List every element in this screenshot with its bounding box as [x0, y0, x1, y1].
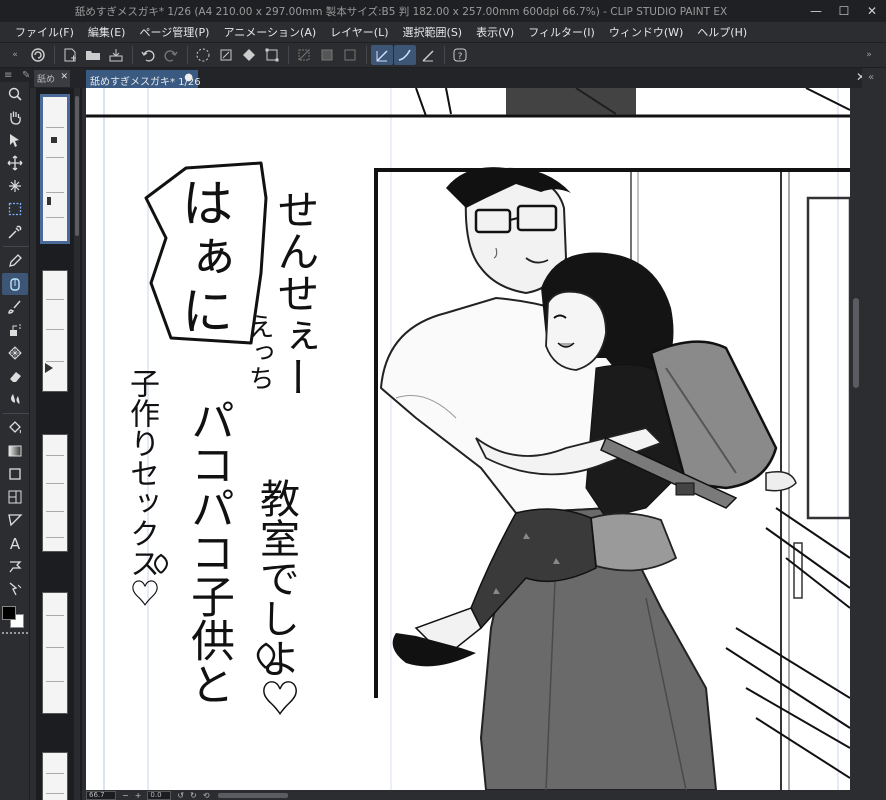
- transform-icon[interactable]: [261, 45, 283, 65]
- zoom-out-icon[interactable]: −: [122, 791, 129, 800]
- gradient-tool-icon[interactable]: [2, 440, 28, 462]
- maximize-button[interactable]: ☐: [830, 0, 858, 22]
- canvas[interactable]: はぁに せんせぇー えっち 子作りセックス♡ パコパコ子供と 教室でしよ♡: [86, 88, 850, 790]
- zoom-tool-icon[interactable]: [2, 83, 28, 105]
- menu-bar: ファイル(F) 編集(E) ページ管理(P) アニメーション(A) レイヤー(L…: [0, 22, 886, 42]
- airbrush-tool-icon[interactable]: [2, 319, 28, 341]
- snap-ruler-icon[interactable]: [371, 45, 393, 65]
- close-nav-tab-icon[interactable]: ✕: [60, 72, 68, 82]
- tab-document[interactable]: 舐めすぎメスガキ* 1/26 ●: [86, 70, 201, 88]
- collapse-left-icon[interactable]: «: [4, 45, 26, 65]
- balloon-text: はぁに: [172, 176, 232, 338]
- balloon-tool-icon[interactable]: [2, 555, 28, 577]
- page-thumbnail[interactable]: [42, 434, 68, 552]
- brush-tool-icon[interactable]: [2, 296, 28, 318]
- tab-page-manager-label: 舐め: [37, 75, 56, 85]
- reset-rotation-icon[interactable]: ⟲: [203, 791, 210, 800]
- clear-icon[interactable]: [215, 45, 237, 65]
- menu-view[interactable]: 表示(V): [469, 24, 521, 40]
- selection-boundary-icon[interactable]: [339, 45, 361, 65]
- save-icon[interactable]: [105, 45, 127, 65]
- window-title: 舐めすぎメスガキ* 1/26 (A4 210.00 x 297.00mm 製本サ…: [74, 5, 728, 18]
- zoom-in-icon[interactable]: +: [135, 791, 142, 800]
- unsaved-dot-icon: ●: [184, 72, 193, 83]
- rotate-right-icon[interactable]: ↻: [190, 791, 197, 800]
- pen-tool-icon[interactable]: [2, 250, 28, 272]
- page-thumbnail[interactable]: [42, 592, 68, 714]
- menu-selection[interactable]: 選択範囲(S): [396, 24, 470, 40]
- selection-tool-icon[interactable]: [2, 198, 28, 220]
- operation-tool-icon[interactable]: [2, 129, 28, 151]
- minimize-button[interactable]: —: [802, 0, 830, 22]
- deselect-icon[interactable]: [293, 45, 315, 65]
- menu-help[interactable]: ヘルプ(H): [690, 24, 754, 40]
- transparent-color-swatch[interactable]: [2, 632, 28, 636]
- svg-text:A: A: [10, 535, 21, 551]
- dialogue-ecchi: えっち: [244, 313, 274, 391]
- pencil-tool-icon[interactable]: [2, 273, 28, 295]
- zoom-level-field[interactable]: 66.7: [86, 790, 116, 800]
- canvas-vertical-scrollbar[interactable]: [850, 88, 862, 790]
- panel-menu-icon[interactable]: ≡: [4, 70, 12, 81]
- dialogue-pakopako: パコパコ子供と: [183, 398, 234, 706]
- open-folder-icon[interactable]: [82, 45, 104, 65]
- brush-small-icon: ✎: [22, 70, 31, 81]
- correct-line-tool-icon[interactable]: [2, 578, 28, 600]
- invert-selection-icon[interactable]: [316, 45, 338, 65]
- dialogue-kyoushitsu: 教室でしよ♡: [253, 478, 299, 718]
- blend-tool-icon[interactable]: [2, 388, 28, 410]
- color-swatches[interactable]: [0, 606, 30, 636]
- menu-edit[interactable]: 編集(E): [81, 24, 133, 40]
- snap-special-ruler-icon[interactable]: [417, 45, 439, 65]
- menu-animation[interactable]: アニメーション(A): [216, 24, 323, 40]
- collapse-right-panel-icon[interactable]: «: [868, 72, 874, 83]
- snap-ruler-curve-icon[interactable]: [394, 45, 416, 65]
- page-thumbnail-selected[interactable]: [40, 94, 70, 244]
- clip-studio-icon[interactable]: [27, 45, 49, 65]
- horizontal-scrollbar-thumb[interactable]: [217, 792, 288, 798]
- dialogue-sensei: せんせぇー: [271, 188, 320, 398]
- move-layer-tool-icon[interactable]: [2, 152, 28, 174]
- ruler-tool-icon[interactable]: [2, 509, 28, 531]
- foreground-color-swatch[interactable]: [2, 606, 16, 620]
- tab-row: ≡ ✎ 舐め ✕ 舐めすぎメスガキ* 1/26 ● ✕: [0, 68, 886, 88]
- right-panel-collapsed: «: [862, 68, 886, 800]
- svg-text:?: ?: [458, 52, 463, 62]
- close-window-button[interactable]: ✕: [858, 0, 886, 22]
- tool-palette: A: [0, 82, 30, 800]
- frame-border-tool-icon[interactable]: [2, 486, 28, 508]
- eraser-tool-icon[interactable]: [2, 365, 28, 387]
- loading-icon[interactable]: [192, 45, 214, 65]
- menu-window[interactable]: ウィンドウ(W): [602, 24, 690, 40]
- fill-icon[interactable]: [238, 45, 260, 65]
- menu-file[interactable]: ファイル(F): [8, 24, 81, 40]
- rotation-angle-field[interactable]: 0.0: [147, 790, 172, 800]
- menu-page[interactable]: ページ管理(P): [132, 24, 216, 40]
- undo-icon[interactable]: [137, 45, 159, 65]
- hand-tool-icon[interactable]: [2, 106, 28, 128]
- figure-tool-icon[interactable]: [2, 463, 28, 485]
- menu-layer[interactable]: レイヤー(L): [323, 24, 395, 40]
- page-navigator: [36, 88, 82, 800]
- new-file-icon[interactable]: [59, 45, 81, 65]
- text-tool-icon[interactable]: A: [2, 532, 28, 554]
- fill-tool-icon[interactable]: [2, 417, 28, 439]
- eyedropper-tool-icon[interactable]: [2, 221, 28, 243]
- tab-page-manager[interactable]: 舐め ✕: [34, 70, 70, 87]
- page-thumbnail[interactable]: [42, 752, 68, 800]
- page-thumbnail[interactable]: [42, 270, 68, 392]
- dialogue-kozukuri: 子作りセックス♡: [124, 368, 159, 608]
- canvas-status-bar: 66.7 − + 0.0 ↺ ↻ ⟲: [86, 790, 850, 800]
- auto-select-tool-icon[interactable]: [2, 175, 28, 197]
- command-bar: « ? »: [0, 42, 886, 68]
- collapse-right-icon[interactable]: »: [858, 45, 880, 65]
- redo-icon[interactable]: [160, 45, 182, 65]
- title-bar: 舐めすぎメスガキ* 1/26 (A4 210.00 x 297.00mm 製本サ…: [0, 0, 886, 22]
- rotate-left-icon[interactable]: ↺: [177, 791, 184, 800]
- navigator-scrollbar[interactable]: [74, 88, 80, 800]
- menu-filter[interactable]: フィルター(I): [521, 24, 602, 40]
- help-icon[interactable]: ?: [449, 45, 471, 65]
- scrollbar-thumb[interactable]: [853, 298, 859, 388]
- decoration-tool-icon[interactable]: [2, 342, 28, 364]
